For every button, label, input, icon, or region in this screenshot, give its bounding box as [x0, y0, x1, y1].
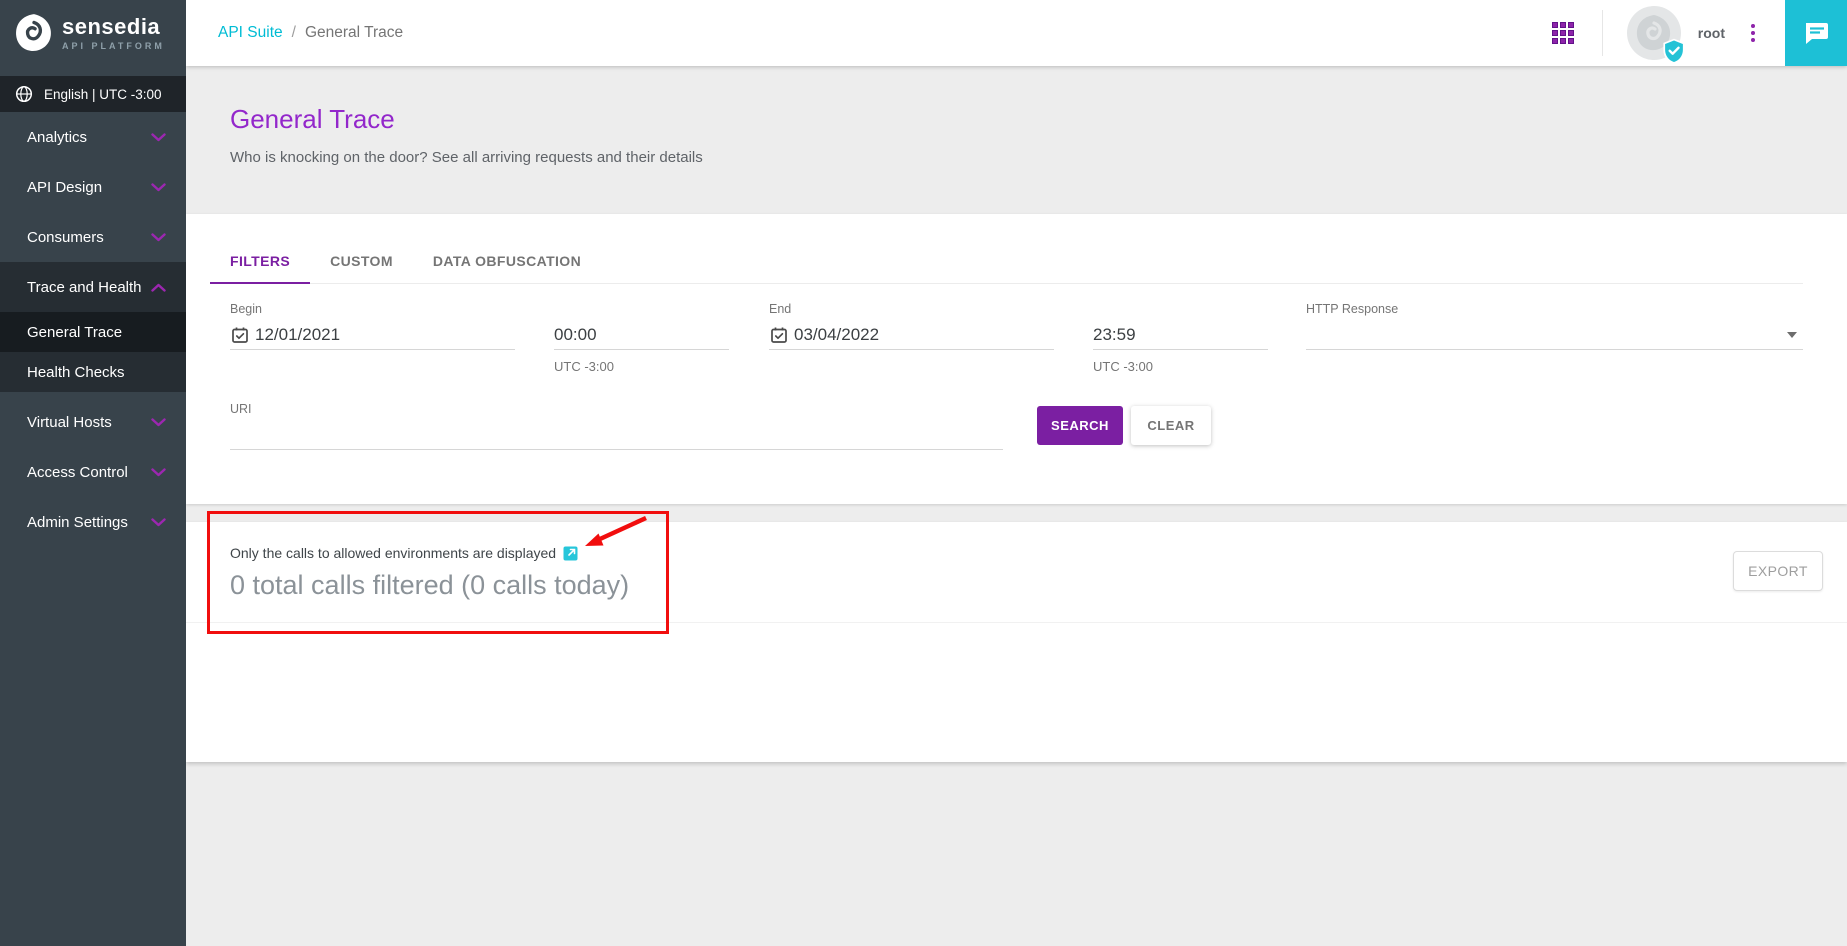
end-label: End	[769, 302, 1054, 318]
sidebar-item-analytics[interactable]: Analytics	[0, 112, 186, 162]
user-name: root	[1698, 25, 1725, 41]
sidebar-item-health-checks[interactable]: Health Checks	[0, 352, 186, 392]
page-header: General Trace Who is knocking on the doo…	[186, 66, 1847, 214]
sidebar-item-trace-and-health[interactable]: Trace and Health	[0, 262, 186, 312]
apps-grid-icon[interactable]	[1552, 22, 1574, 44]
breadcrumb-current: General Trace	[305, 24, 403, 42]
sidebar-item-label: Virtual Hosts	[27, 414, 112, 431]
caret-down-icon	[1787, 332, 1797, 338]
http-response-label: HTTP Response	[1306, 302, 1803, 318]
page-title: General Trace	[230, 104, 1847, 135]
begin-date-value: 12/01/2021	[255, 325, 340, 345]
sidebar-item-api-design[interactable]: API Design	[0, 162, 186, 212]
begin-date-field[interactable]: Begin 12/01/2021	[230, 302, 515, 374]
sidebar-item-label: Access Control	[27, 464, 128, 481]
sidebar-subitem-label: General Trace	[27, 324, 122, 341]
globe-icon	[15, 85, 33, 103]
brand-tagline: API PLATFORM	[62, 42, 165, 51]
sidebar-group-trace-and-health: Trace and Health General Trace Health Ch…	[0, 262, 186, 392]
sidebar-item-virtual-hosts[interactable]: Virtual Hosts	[0, 397, 186, 447]
chevron-down-icon	[151, 233, 166, 242]
header-divider	[1602, 10, 1603, 56]
chevron-down-icon	[151, 133, 166, 142]
results-section: Only the calls to allowed environments a…	[186, 522, 1847, 762]
support-chat-button[interactable]	[1785, 0, 1847, 66]
sensedia-swirl-icon	[13, 12, 55, 54]
tab-bar: FILTERS CUSTOM DATA OBFUSCATION	[210, 214, 1803, 284]
chevron-down-icon	[151, 518, 166, 527]
sidebar-item-access-control[interactable]: Access Control	[0, 447, 186, 497]
breadcrumb-separator: /	[292, 24, 296, 42]
sidebar-item-admin-settings[interactable]: Admin Settings	[0, 497, 186, 547]
filters-card: FILTERS CUSTOM DATA OBFUSCATION Begin 12…	[186, 214, 1847, 504]
search-button[interactable]: SEARCH	[1037, 406, 1123, 445]
end-time-value: 23:59	[1093, 325, 1136, 345]
sidebar: sensedia API PLATFORM English | UTC -3:0…	[0, 0, 186, 946]
uri-label: URI	[230, 402, 1003, 418]
app-root: sensedia API PLATFORM English | UTC -3:0…	[0, 0, 1847, 946]
page-subtitle: Who is knocking on the door? See all arr…	[230, 149, 1847, 166]
filter-row-uri: URI SEARCH CLEAR	[230, 402, 1803, 450]
tab-data-obfuscation[interactable]: DATA OBFUSCATION	[413, 238, 601, 284]
filter-row-dates: Begin 12/01/2021 00:00 UTC -3:0	[230, 302, 1803, 374]
breadcrumb-api-suite[interactable]: API Suite	[218, 24, 283, 42]
begin-label: Begin	[230, 302, 515, 318]
sidebar-item-consumers[interactable]: Consumers	[0, 212, 186, 262]
brand-logo[interactable]: sensedia API PLATFORM	[0, 0, 186, 66]
chevron-down-icon	[151, 418, 166, 427]
sidebar-nav: Analytics API Design Consumers Trace and…	[0, 112, 186, 547]
more-vertical-icon[interactable]	[1751, 24, 1755, 42]
chat-icon	[1801, 18, 1831, 48]
clear-button[interactable]: CLEAR	[1131, 406, 1211, 445]
end-date-value: 03/04/2022	[794, 325, 879, 345]
calendar-check-icon	[230, 325, 250, 345]
calendar-check-icon	[769, 325, 789, 345]
environments-notice: Only the calls to allowed environments a…	[186, 522, 1847, 561]
end-date-field[interactable]: End 03/04/2022	[769, 302, 1054, 374]
header-actions: root	[1552, 0, 1847, 66]
breadcrumb: API Suite / General Trace	[186, 24, 403, 42]
sidebar-item-label: API Design	[27, 179, 102, 196]
chevron-up-icon	[151, 283, 166, 292]
begin-timezone: UTC -3:00	[554, 359, 729, 374]
locale-label: English | UTC -3:00	[44, 87, 162, 102]
begin-time-field[interactable]: 00:00 UTC -3:00	[554, 302, 729, 374]
verified-shield-icon	[1661, 38, 1687, 64]
open-in-new-icon[interactable]	[563, 546, 578, 561]
sidebar-item-label: Consumers	[27, 229, 104, 246]
avatar[interactable]	[1627, 6, 1681, 60]
end-timezone: UTC -3:00	[1093, 359, 1268, 374]
page-footer-area	[186, 762, 1847, 946]
begin-time-value: 00:00	[554, 325, 597, 345]
chevron-down-icon	[151, 468, 166, 477]
calls-summary: 0 total calls filtered (0 calls today)	[186, 570, 1847, 601]
export-button[interactable]: EXPORT	[1733, 551, 1823, 591]
tab-custom[interactable]: CUSTOM	[310, 238, 413, 284]
main-content: General Trace Who is knocking on the doo…	[186, 66, 1847, 946]
uri-field[interactable]: URI	[230, 402, 1003, 450]
section-gap	[186, 504, 1847, 522]
end-time-field[interactable]: 23:59 UTC -3:00	[1093, 302, 1268, 374]
sidebar-item-general-trace[interactable]: General Trace	[0, 312, 186, 352]
tab-filters[interactable]: FILTERS	[210, 238, 310, 284]
sidebar-item-label: Admin Settings	[27, 514, 128, 531]
brand-name: sensedia	[62, 16, 165, 38]
locale-selector[interactable]: English | UTC -3:00	[0, 76, 186, 112]
sidebar-item-label: Analytics	[27, 129, 87, 146]
results-divider	[186, 622, 1847, 623]
sidebar-item-label: Trace and Health	[27, 279, 142, 296]
chevron-down-icon	[151, 183, 166, 192]
notice-text: Only the calls to allowed environments a…	[230, 545, 556, 561]
http-response-select[interactable]: HTTP Response	[1306, 302, 1803, 374]
uri-input[interactable]	[230, 421, 1003, 449]
top-bar: API Suite / General Trace	[186, 0, 1847, 66]
sidebar-subitem-label: Health Checks	[27, 364, 125, 381]
